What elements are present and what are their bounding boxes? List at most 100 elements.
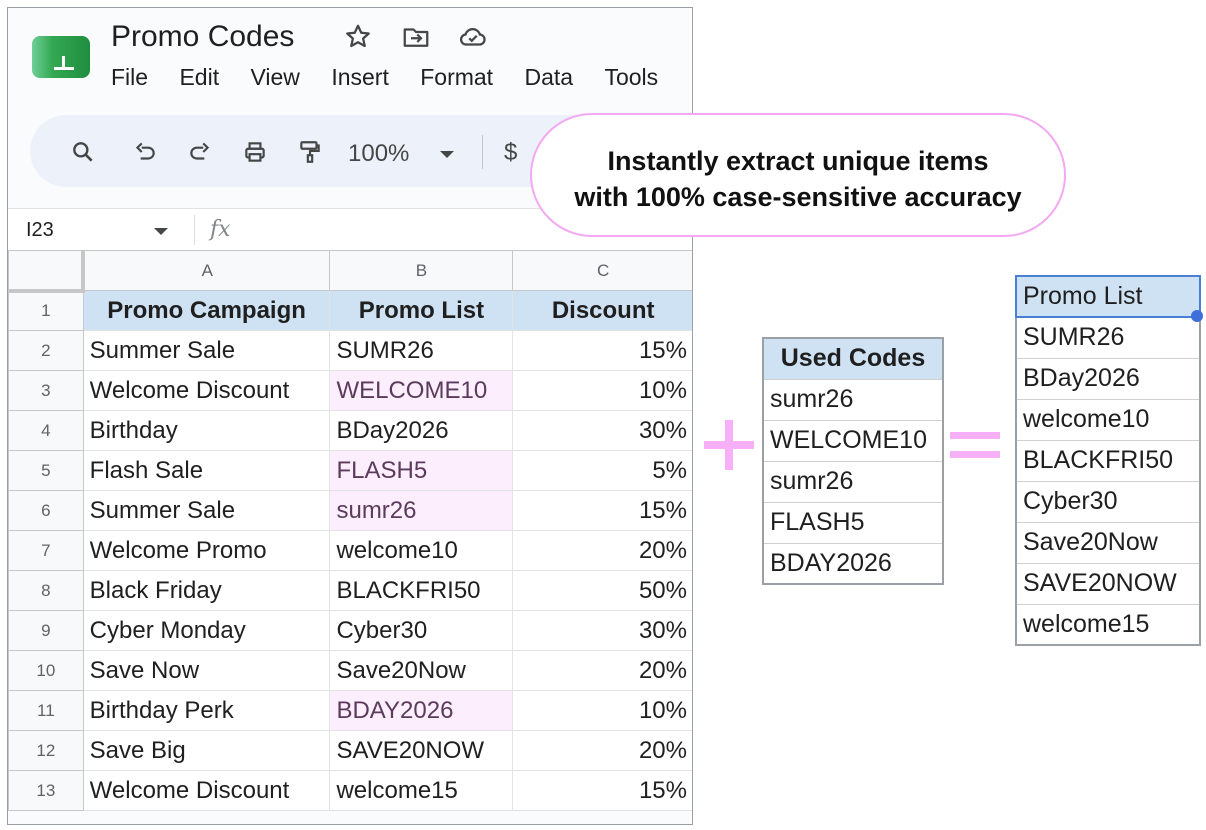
select-all-corner[interactable]: [8, 250, 86, 293]
menu-edit[interactable]: Edit: [179, 64, 219, 91]
cell-discount[interactable]: 10%: [512, 690, 692, 731]
document-title[interactable]: Promo Codes: [111, 20, 294, 54]
used-code-cell[interactable]: sumr26: [763, 461, 943, 503]
used-codes-header[interactable]: Used Codes: [763, 338, 943, 380]
row-header[interactable]: 12: [8, 730, 84, 771]
plus-icon: [704, 420, 754, 470]
row-header[interactable]: 4: [8, 410, 84, 451]
cell-discount[interactable]: 30%: [512, 410, 692, 451]
cell-campaign[interactable]: Save Big: [82, 730, 331, 771]
cell-promo-code[interactable]: Save20Now: [329, 650, 514, 691]
chevron-down-icon[interactable]: [154, 228, 168, 235]
row-header[interactable]: 10: [8, 650, 84, 691]
zoom-select[interactable]: 100%: [348, 140, 409, 168]
cell-campaign[interactable]: Save Now: [82, 650, 331, 691]
cell-promo-code[interactable]: BDAY2026: [329, 690, 514, 731]
result-code-cell[interactable]: BDay2026: [1016, 358, 1200, 400]
selection-handle[interactable]: [1191, 310, 1203, 322]
result-code-cell[interactable]: Cyber30: [1016, 481, 1200, 523]
cell-discount[interactable]: 20%: [512, 730, 692, 771]
header-cell-discount[interactable]: Discount: [512, 290, 692, 331]
cell-promo-code[interactable]: FLASH5: [329, 450, 514, 491]
formula-divider: [194, 215, 195, 245]
menu-data[interactable]: Data: [524, 64, 573, 91]
cell-discount[interactable]: 30%: [512, 610, 692, 651]
cell-campaign[interactable]: Black Friday: [82, 570, 331, 611]
row-header[interactable]: 3: [8, 370, 84, 411]
menu-file[interactable]: File: [111, 64, 148, 91]
column-header-a[interactable]: A: [82, 250, 331, 291]
move-to-folder-icon[interactable]: [401, 22, 431, 52]
search-icon[interactable]: [68, 139, 98, 165]
cloud-saved-icon[interactable]: [458, 22, 488, 52]
header-cell-campaign[interactable]: Promo Campaign: [82, 290, 331, 331]
cell-campaign[interactable]: Welcome Discount: [82, 370, 331, 411]
paint-format-icon[interactable]: [295, 139, 325, 165]
cell-discount[interactable]: 5%: [512, 450, 692, 491]
star-icon[interactable]: [343, 22, 373, 52]
chevron-down-icon[interactable]: [440, 151, 454, 158]
result-code-cell[interactable]: Save20Now: [1016, 522, 1200, 564]
cell-discount[interactable]: 15%: [512, 330, 692, 371]
cell-promo-code[interactable]: WELCOME10: [329, 370, 514, 411]
cell-discount[interactable]: 20%: [512, 530, 692, 571]
used-code-cell[interactable]: WELCOME10: [763, 420, 943, 462]
header-cell-promo-list[interactable]: Promo List: [329, 290, 514, 331]
menu-view[interactable]: View: [250, 64, 299, 91]
cell-campaign[interactable]: Summer Sale: [82, 330, 331, 371]
name-box[interactable]: I23: [26, 219, 54, 242]
cell-promo-code[interactable]: welcome15: [329, 770, 514, 811]
used-code-cell[interactable]: BDAY2026: [763, 543, 943, 585]
row-header[interactable]: 1: [8, 290, 84, 331]
result-header[interactable]: Promo List: [1015, 275, 1201, 318]
cell-promo-code[interactable]: Cyber30: [329, 610, 514, 651]
list-item: BDAY2026: [763, 543, 943, 585]
menu-format[interactable]: Format: [420, 64, 493, 91]
result-code-cell[interactable]: SAVE20NOW: [1016, 563, 1200, 605]
result-code-cell[interactable]: welcome10: [1016, 399, 1200, 441]
cell-discount[interactable]: 15%: [512, 490, 692, 531]
used-code-cell[interactable]: FLASH5: [763, 502, 943, 544]
row-header[interactable]: 7: [8, 530, 84, 571]
cell-campaign[interactable]: Summer Sale: [82, 490, 331, 531]
sheets-logo-icon[interactable]: [32, 36, 90, 78]
column-header-b[interactable]: B: [329, 250, 514, 291]
row-header[interactable]: 5: [8, 450, 84, 491]
print-icon[interactable]: [240, 139, 270, 165]
cell-discount[interactable]: 20%: [512, 650, 692, 691]
result-code-cell[interactable]: SUMR26: [1016, 317, 1200, 359]
row-header[interactable]: 11: [8, 690, 84, 731]
currency-format-button[interactable]: $: [504, 139, 517, 167]
cell-discount[interactable]: 50%: [512, 570, 692, 611]
cell-campaign[interactable]: Welcome Discount: [82, 770, 331, 811]
cell-discount[interactable]: 10%: [512, 370, 692, 411]
redo-icon[interactable]: [185, 139, 215, 165]
cell-campaign[interactable]: Welcome Promo: [82, 530, 331, 571]
cell-promo-code[interactable]: BLACKFRI50: [329, 570, 514, 611]
row-header[interactable]: 8: [8, 570, 84, 611]
cell-campaign[interactable]: Cyber Monday: [82, 610, 331, 651]
cell-promo-code[interactable]: SAVE20NOW: [329, 730, 514, 771]
cell-campaign[interactable]: Birthday: [82, 410, 331, 451]
result-code-cell[interactable]: welcome15: [1016, 604, 1200, 646]
column-header-c[interactable]: C: [512, 250, 692, 291]
cell-promo-code[interactable]: SUMR26: [329, 330, 514, 371]
row-header[interactable]: 13: [8, 770, 84, 811]
cell-campaign[interactable]: Birthday Perk: [82, 690, 331, 731]
callout-line: with 100% case-sensitive accuracy: [574, 182, 1022, 212]
cell-promo-code[interactable]: BDay2026: [329, 410, 514, 451]
result-code-cell[interactable]: BLACKFRI50: [1016, 440, 1200, 482]
menu-tools[interactable]: Tools: [604, 64, 658, 91]
cell-campaign[interactable]: Flash Sale: [82, 450, 331, 491]
cell-promo-code[interactable]: sumr26: [329, 490, 514, 531]
row-header[interactable]: 9: [8, 610, 84, 651]
list-item: SUMR26: [1016, 317, 1200, 359]
undo-icon[interactable]: [130, 139, 160, 165]
used-code-cell[interactable]: sumr26: [763, 379, 943, 421]
cell-promo-code[interactable]: welcome10: [329, 530, 514, 571]
row-header[interactable]: 6: [8, 490, 84, 531]
row-header[interactable]: 2: [8, 330, 84, 371]
menu-insert[interactable]: Insert: [331, 64, 389, 91]
cell-discount[interactable]: 15%: [512, 770, 692, 811]
table-row: 2 Summer Sale SUMR26 15%: [8, 330, 692, 371]
